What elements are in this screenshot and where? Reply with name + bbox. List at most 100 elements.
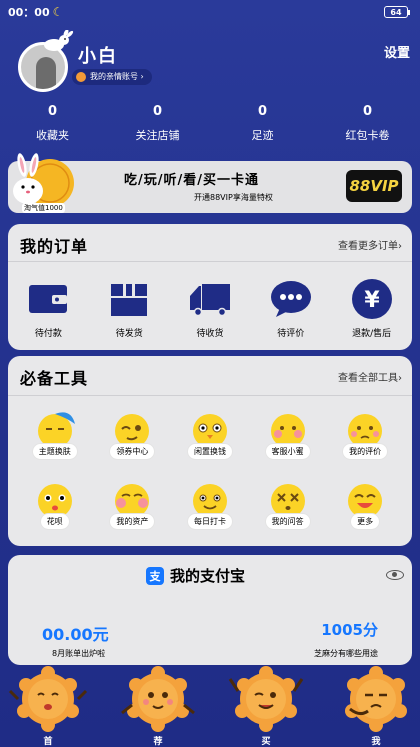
bottom-tab-bar: 首 荐 买 我 xyxy=(0,665,420,747)
stat-value: 0 xyxy=(257,104,268,119)
orders-header: 我的订单 查看更多订单› xyxy=(8,224,412,262)
order-pending-payment[interactable]: 待付款 xyxy=(8,280,89,339)
order-label: 待发货 xyxy=(115,329,143,339)
tool-label: 更多 xyxy=(351,514,380,529)
status-time: 00：00 xyxy=(8,6,50,19)
alipay-title: 我的支付宝 xyxy=(170,567,246,585)
wallet-icon xyxy=(27,280,69,318)
settings-link[interactable]: 设置 xyxy=(384,42,410,61)
tool-my-qa[interactable]: 我的问答 xyxy=(249,472,327,542)
order-pending-receipt[interactable]: 待收货 xyxy=(170,280,251,339)
tools-card: 必备工具 查看全部工具› 主题换肤 领券中心 闲置换钱 客服小蜜 我的评价 花呗… xyxy=(8,356,412,546)
tool-more[interactable]: 更多 xyxy=(326,472,404,542)
order-pending-shipment[interactable]: 待发货 xyxy=(89,280,170,339)
tool-daily-checkin[interactable]: 每日打卡 xyxy=(171,472,249,542)
refund-icon: ¥ xyxy=(351,279,393,319)
tools-more-label: 查看全部工具 xyxy=(338,373,398,384)
truck-icon xyxy=(189,280,231,318)
order-label: 待评价 xyxy=(277,329,305,339)
tools-title: 必备工具 xyxy=(20,369,89,388)
tool-label: 我的问答 xyxy=(265,514,310,529)
stat-value: 0 xyxy=(152,104,163,119)
tab-home[interactable]: 首 xyxy=(8,665,88,747)
tool-my-assets[interactable]: 我的资产 xyxy=(94,472,172,542)
tool-coupon-center[interactable]: 领券中心 xyxy=(94,402,172,472)
orders-title: 我的订单 xyxy=(20,237,89,256)
tool-label: 我的资产 xyxy=(110,514,155,529)
alipay-balance[interactable]: 00.00元 xyxy=(42,621,109,645)
tool-label: 我的评价 xyxy=(343,444,388,459)
tool-theme-skin[interactable]: 主题换肤 xyxy=(16,402,94,472)
tool-my-reviews[interactable]: 我的评价 xyxy=(326,402,404,472)
orders-more-label: 查看更多订单 xyxy=(338,241,398,252)
stat-value: 0 xyxy=(362,104,373,119)
tool-label: 主题换肤 xyxy=(32,444,77,459)
sesame-score[interactable]: 1005分 xyxy=(321,619,378,640)
vip-title: 吃/玩/听/看/买一卡通 xyxy=(124,173,259,188)
stats-row: 0 收藏夹 0 关注店铺 0 足迹 0 红包卡卷 xyxy=(0,104,420,143)
tools-grid: 主题换肤 领券中心 闲置换钱 客服小蜜 我的评价 花呗 我的资产 每日打卡 我的… xyxy=(8,396,412,542)
orders-row: 待付款 待发货 待收货 待评价 ¥ 退款/售后 xyxy=(8,262,412,339)
status-bar: 00：00 ☾ 64 xyxy=(0,0,420,24)
rabbit-icon xyxy=(44,30,74,51)
username[interactable]: 小白 xyxy=(78,42,118,68)
stat-label: 红包卡卷 xyxy=(345,129,390,142)
stat-footprints[interactable]: 0 足迹 xyxy=(210,104,315,143)
alipay-card[interactable]: 支 我的支付宝 00.00元 8月账单出炉啦 1005分 芝麻分有哪些用途 xyxy=(8,555,412,665)
chat-bubble-icon xyxy=(270,280,312,318)
tool-label: 领券中心 xyxy=(110,444,155,459)
package-icon xyxy=(108,280,150,318)
order-label: 待收货 xyxy=(196,329,224,339)
bill-note: 8月账单出炉啦 xyxy=(52,649,106,658)
stat-label: 足迹 xyxy=(251,129,274,142)
stat-label: 关注店铺 xyxy=(135,129,180,142)
mooncake-mascot-icon xyxy=(228,666,304,732)
tab-label: 荐 xyxy=(153,737,163,747)
mooncake-mascot-icon xyxy=(8,666,88,732)
mooncake-mascot-icon xyxy=(121,666,195,732)
order-refund[interactable]: ¥ 退款/售后 xyxy=(331,279,412,339)
chevron-right-icon: › xyxy=(140,72,144,81)
tool-label: 每日打卡 xyxy=(187,514,232,529)
vip-badge[interactable]: 88VIP xyxy=(346,170,402,202)
mascot-value-label: 淘气值1000 xyxy=(22,203,65,213)
vip-subtitle: 开通88VIP享海量特权 xyxy=(194,193,273,202)
stat-label: 收藏夹 xyxy=(36,129,69,142)
tab-label: 首 xyxy=(43,737,53,747)
eye-icon[interactable] xyxy=(386,570,404,580)
orders-more-link[interactable]: 查看更多订单› xyxy=(338,237,402,252)
tab-label: 买 xyxy=(261,737,271,747)
tab-label: 我 xyxy=(371,737,381,747)
stat-followed-shops[interactable]: 0 关注店铺 xyxy=(105,104,210,143)
tool-huabei[interactable]: 花呗 xyxy=(16,472,94,542)
tool-customer-service[interactable]: 客服小蜜 xyxy=(249,402,327,472)
family-account-badge[interactable]: 我的亲情账号 › xyxy=(72,69,152,85)
stat-value: 0 xyxy=(47,104,58,119)
mooncake-mascot-icon xyxy=(345,666,407,732)
battery-level: 64 xyxy=(390,7,402,17)
tools-more-link[interactable]: 查看全部工具› xyxy=(338,369,402,384)
tab-me[interactable]: 我 xyxy=(336,665,416,747)
alipay-logo-icon: 支 xyxy=(146,566,164,585)
tool-label: 闲置换钱 xyxy=(187,444,232,459)
alipay-title-group: 支 我的支付宝 xyxy=(146,565,245,586)
tools-header: 必备工具 查看全部工具› xyxy=(8,356,412,396)
profile-header: 小白 我的亲情账号 › 设置 xyxy=(0,24,420,100)
order-pending-review[interactable]: 待评价 xyxy=(250,280,331,339)
family-account-label: 我的亲情账号 xyxy=(90,72,138,81)
tab-buy[interactable]: 买 xyxy=(226,665,306,747)
chevron-right-icon: › xyxy=(398,241,402,252)
stat-coupons[interactable]: 0 红包卡卷 xyxy=(315,104,420,143)
stat-favorites[interactable]: 0 收藏夹 xyxy=(0,104,105,143)
tool-idle-trade[interactable]: 闲置换钱 xyxy=(171,402,249,472)
battery-icon: 64 xyxy=(384,6,410,18)
order-label: 待付款 xyxy=(34,329,62,339)
chevron-right-icon: › xyxy=(398,373,402,384)
order-label: 退款/售后 xyxy=(352,329,392,339)
family-icon xyxy=(76,72,86,82)
sesame-note: 芝麻分有哪些用途 xyxy=(314,649,378,658)
orders-card: 我的订单 查看更多订单› 待付款 待发货 待收货 待评价 ¥ 退款/售后 xyxy=(8,224,412,350)
tool-label: 花呗 xyxy=(40,514,69,529)
tab-recommend[interactable]: 荐 xyxy=(118,665,198,747)
crescent-moon-icon: ☾ xyxy=(52,5,64,19)
